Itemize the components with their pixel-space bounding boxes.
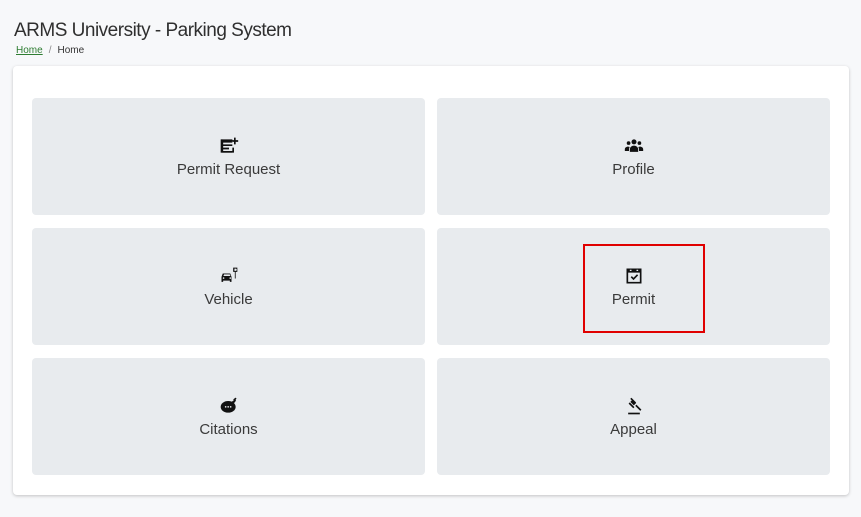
breadcrumb: Home / Home — [16, 45, 84, 56]
page-title: ARMS University - Parking System — [14, 20, 292, 41]
citations-label: Citations — [199, 420, 258, 438]
car-parking-icon — [219, 266, 239, 286]
calendar-check-icon — [624, 266, 644, 286]
note-add-icon — [219, 136, 239, 156]
dashboard-card: Permit Request Profile Vehicle Permit Ci… — [13, 66, 849, 495]
users-icon — [624, 136, 644, 156]
permit-label: Permit — [611, 290, 656, 308]
profile-tile[interactable]: Profile — [437, 98, 830, 215]
vehicle-label: Vehicle — [204, 290, 253, 308]
breadcrumb-home-link[interactable]: Home — [16, 45, 43, 56]
appeal-label: Appeal — [610, 420, 657, 438]
vehicle-tile[interactable]: Vehicle — [32, 228, 425, 345]
permit-tile[interactable]: Permit — [437, 228, 830, 345]
permit-request-tile[interactable]: Permit Request — [32, 98, 425, 215]
citation-icon — [219, 396, 239, 416]
appeal-tile[interactable]: Appeal — [437, 358, 830, 475]
breadcrumb-separator: / — [48, 45, 52, 56]
profile-label: Profile — [612, 160, 655, 178]
citations-tile[interactable]: Citations — [32, 358, 425, 475]
breadcrumb-current: Home — [57, 45, 85, 56]
gavel-icon — [624, 396, 644, 416]
permit-request-label: Permit Request — [176, 160, 281, 178]
